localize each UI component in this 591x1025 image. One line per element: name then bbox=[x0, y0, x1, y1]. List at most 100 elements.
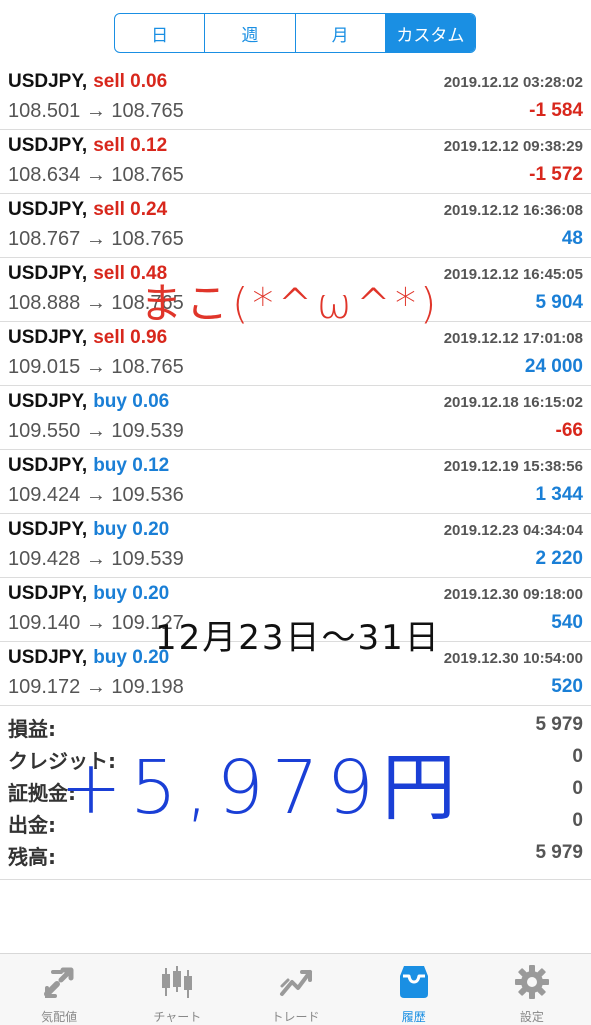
trade-profit: 24 000 bbox=[524, 356, 583, 377]
trade-row[interactable]: USDJPY, sell 0.06 108.501 → 108.765 2019.12… bbox=[0, 66, 591, 130]
symbol-label: USDJPY, bbox=[8, 647, 88, 668]
trade-prices: 108.634 → 108.765 bbox=[8, 164, 184, 186]
trade-row[interactable]: USDJPY, buy 0.06 109.550 → 109.539 2019.12.… bbox=[0, 386, 591, 450]
tab-trade[interactable]: トレード bbox=[236, 954, 354, 1025]
trade-symbol: USDJPY, sell 0.24 bbox=[8, 199, 167, 221]
trade-row[interactable]: USDJPY, sell 0.24 108.767 → 108.765 2019.12… bbox=[0, 194, 591, 258]
trade-symbol: USDJPY, sell 0.48 bbox=[8, 263, 167, 285]
symbol-label: USDJPY, bbox=[8, 199, 88, 220]
trade-type: buy 0.20 bbox=[93, 583, 170, 604]
trade-prices: 108.888 → 108.765 bbox=[8, 292, 184, 314]
trade-prices: 109.424 → 109.536 bbox=[8, 484, 184, 506]
trade-profit: -1 572 bbox=[529, 164, 583, 185]
trade-time: 2019.12.30 09:18:00 bbox=[443, 586, 583, 603]
trade-symbol: USDJPY, sell 0.06 bbox=[8, 71, 167, 93]
trade-time: 2019.12.30 10:54:00 bbox=[443, 650, 583, 667]
tab-day[interactable]: 日 bbox=[115, 14, 206, 52]
trade-prices: 108.767 → 108.765 bbox=[8, 228, 184, 250]
trade-type: sell 0.24 bbox=[93, 199, 168, 220]
tab-custom[interactable]: カスタム bbox=[385, 14, 475, 52]
trade-row[interactable]: USDJPY, sell 0.96 109.015 → 108.765 2019.12… bbox=[0, 322, 591, 386]
tab-label: 設定 bbox=[519, 1010, 544, 1024]
period-segmented-control: 日 週 月 カスタム bbox=[114, 13, 476, 53]
tab-label: チャート bbox=[153, 1010, 202, 1024]
trade-row[interactable]: USDJPY, buy 0.20 109.140 → 109.127 2019.12.… bbox=[0, 578, 591, 642]
trade-time: 2019.12.12 17:01:08 bbox=[443, 330, 583, 347]
tab-month[interactable]: 月 bbox=[296, 14, 386, 52]
symbol-label: USDJPY, bbox=[8, 519, 88, 540]
trade-row[interactable]: USDJPY, buy 0.20 109.428 → 109.539 2019.12.… bbox=[0, 514, 591, 578]
trade-history-list: USDJPY, sell 0.06 108.501 → 108.765 2019.12… bbox=[0, 66, 591, 706]
summary-margin-row: 証拠金: 0 bbox=[0, 773, 591, 805]
tab-settings[interactable]: 設定 bbox=[473, 954, 591, 1025]
trade-prices: 109.428 → 109.539 bbox=[8, 548, 184, 570]
trade-symbol: USDJPY, buy 0.20 bbox=[8, 647, 169, 669]
summary-label: 証拠金: bbox=[8, 781, 76, 805]
summary-credit-row: クレジット: 0 bbox=[0, 741, 591, 773]
tab-label: トレード bbox=[271, 1010, 320, 1024]
trade-prices: 109.172 → 109.198 bbox=[8, 676, 184, 698]
summary-profit-row: 損益: 5 979 bbox=[0, 709, 591, 741]
quotes-icon bbox=[44, 967, 74, 998]
trade-time: 2019.12.23 04:34:04 bbox=[443, 522, 583, 539]
tab-chart[interactable]: チャート bbox=[118, 954, 236, 1025]
summary-value: 0 bbox=[572, 778, 583, 799]
trade-time: 2019.12.12 03:28:02 bbox=[443, 74, 583, 91]
tab-week[interactable]: 週 bbox=[205, 14, 296, 52]
trade-type: sell 0.96 bbox=[93, 327, 168, 348]
trade-symbol: USDJPY, buy 0.12 bbox=[8, 455, 169, 477]
trade-symbol: USDJPY, buy 0.20 bbox=[8, 519, 169, 541]
summary-balance-row: 残高: 5 979 bbox=[0, 837, 591, 869]
trade-type: sell 0.12 bbox=[93, 135, 168, 156]
bottom-tab-bar: 気配値 チャート トレード 履歴 設定 bbox=[0, 953, 591, 1025]
summary-value: 5 979 bbox=[535, 714, 583, 735]
trade-type: buy 0.20 bbox=[93, 647, 170, 668]
trade-time: 2019.12.19 15:38:56 bbox=[443, 458, 583, 475]
trade-symbol: USDJPY, sell 0.96 bbox=[8, 327, 167, 349]
trade-type: buy 0.12 bbox=[93, 455, 170, 476]
trade-row[interactable]: USDJPY, buy 0.12 109.424 → 109.536 2019.12.… bbox=[0, 450, 591, 514]
summary-value: 0 bbox=[572, 810, 583, 831]
trade-profit: 2 220 bbox=[535, 548, 583, 569]
trade-symbol: USDJPY, sell 0.12 bbox=[8, 135, 167, 157]
trade-time: 2019.12.12 16:45:05 bbox=[443, 266, 583, 283]
trade-row[interactable]: USDJPY, sell 0.12 108.634 → 108.765 2019.12… bbox=[0, 130, 591, 194]
trade-row[interactable]: USDJPY, sell 0.48 108.888 → 108.765 2019.12… bbox=[0, 258, 591, 322]
trade-symbol: USDJPY, buy 0.20 bbox=[8, 583, 169, 605]
summary-label: 出金: bbox=[8, 813, 56, 837]
summary-label: 損益: bbox=[8, 717, 56, 741]
trade-profit: 1 344 bbox=[535, 484, 583, 505]
trade-profit: 5 904 bbox=[535, 292, 583, 313]
trade-type: sell 0.06 bbox=[93, 71, 168, 92]
trade-row[interactable]: USDJPY, buy 0.20 109.172 → 109.198 2019.12.… bbox=[0, 642, 591, 706]
trade-prices: 109.015 → 108.765 bbox=[8, 356, 184, 378]
summary-withdrawal-row: 出金: 0 bbox=[0, 805, 591, 837]
trade-prices: 109.550 → 109.539 bbox=[8, 420, 184, 442]
settings-icon bbox=[514, 965, 549, 999]
period-selector-bar: 日 週 月 カスタム bbox=[0, 0, 591, 66]
trade-type: buy 0.06 bbox=[93, 391, 170, 412]
trade-profit: -66 bbox=[555, 420, 583, 441]
summary-label: 残高: bbox=[8, 845, 56, 869]
trade-type: sell 0.48 bbox=[93, 263, 168, 284]
symbol-label: USDJPY, bbox=[8, 583, 88, 604]
summary-value: 5 979 bbox=[535, 842, 583, 863]
symbol-label: USDJPY, bbox=[8, 71, 88, 92]
symbol-label: USDJPY, bbox=[8, 263, 88, 284]
trade-prices: 109.140 → 109.127 bbox=[8, 612, 184, 634]
tab-label: 履歴 bbox=[401, 1010, 426, 1024]
trade-prices: 108.501 → 108.765 bbox=[8, 100, 184, 122]
trade-type: buy 0.20 bbox=[93, 519, 170, 540]
tab-quotes[interactable]: 気配値 bbox=[0, 954, 118, 1025]
trade-time: 2019.12.12 16:36:08 bbox=[443, 202, 583, 219]
chart-icon bbox=[162, 966, 193, 998]
tab-history[interactable]: 履歴 bbox=[355, 954, 473, 1025]
summary-value: 0 bbox=[572, 746, 583, 767]
tab-label: 気配値 bbox=[41, 1010, 78, 1024]
trade-profit: 520 bbox=[551, 676, 583, 697]
symbol-label: USDJPY, bbox=[8, 455, 88, 476]
trade-profit: -1 584 bbox=[529, 100, 583, 121]
trade-time: 2019.12.18 16:15:02 bbox=[443, 394, 583, 411]
trade-profit: 48 bbox=[561, 228, 583, 249]
account-summary: 損益: 5 979 クレジット: 0 証拠金: 0 出金: 0 残高: 5 97… bbox=[0, 709, 591, 880]
